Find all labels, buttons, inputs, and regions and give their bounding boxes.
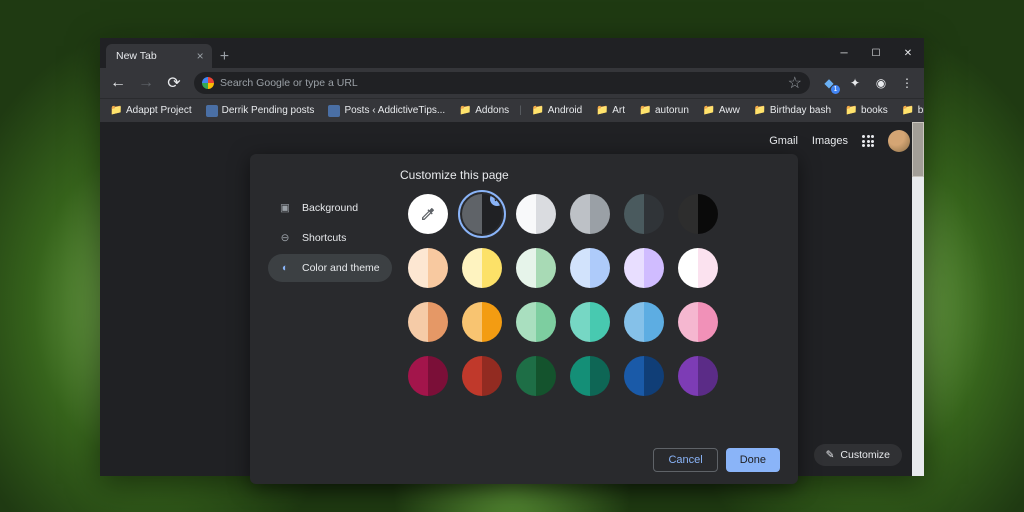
bookmark-item[interactable]: Aww xyxy=(699,103,744,119)
apps-grid-icon[interactable] xyxy=(862,135,874,147)
color-swatch[interactable] xyxy=(624,248,664,288)
tab-title: New Tab xyxy=(116,50,157,62)
customize-dialog: Customize this page ▣ Background ⊖ Short… xyxy=(250,154,798,484)
bookmark-item[interactable]: Derrik Pending posts xyxy=(202,103,319,119)
dialog-sidebar: ▣ Background ⊖ Shortcuts ◐ Color and the… xyxy=(268,194,392,438)
bookmark-item[interactable]: Birthday bash xyxy=(750,103,835,119)
color-swatch[interactable] xyxy=(624,194,664,234)
bookmark-item[interactable]: Posts ‹ AddictiveTips... xyxy=(324,103,449,119)
image-icon: ▣ xyxy=(278,201,292,215)
close-tab-icon[interactable]: × xyxy=(197,49,204,63)
bookmarks-bar: Adappt Project Derrik Pending posts Post… xyxy=(100,98,924,122)
folder-icon xyxy=(845,105,857,117)
account-avatar[interactable] xyxy=(888,130,910,152)
folder-icon xyxy=(754,105,766,117)
color-swatch[interactable] xyxy=(678,194,718,234)
folder-icon xyxy=(459,105,471,117)
bookmark-item[interactable]: Art xyxy=(592,103,629,119)
color-swatch[interactable] xyxy=(570,302,610,342)
new-tab-page: Gmail Images ✎ Customize Customize this … xyxy=(100,122,924,476)
color-swatch[interactable]: ✓ xyxy=(462,194,502,234)
done-button[interactable]: Done xyxy=(726,448,780,472)
check-icon: ✓ xyxy=(490,194,502,206)
forward-button[interactable]: → xyxy=(134,71,158,95)
bookmark-item[interactable]: books xyxy=(841,103,892,119)
color-swatch[interactable] xyxy=(408,248,448,288)
star-icon[interactable]: ☆ xyxy=(788,73,802,93)
sidebar-item-shortcuts[interactable]: ⊖ Shortcuts xyxy=(268,224,392,252)
bookmark-item[interactable]: autorun xyxy=(635,103,693,119)
color-swatch-grid: ✓ xyxy=(400,194,780,438)
color-swatch[interactable] xyxy=(678,356,718,396)
color-swatch[interactable] xyxy=(678,248,718,288)
color-swatch[interactable] xyxy=(624,356,664,396)
back-button[interactable]: ← xyxy=(106,71,130,95)
color-swatch[interactable] xyxy=(408,356,448,396)
color-swatch[interactable] xyxy=(516,356,556,396)
images-link[interactable]: Images xyxy=(812,135,848,147)
menu-icon[interactable]: ⋮ xyxy=(896,72,918,94)
scrollbar-thumb[interactable] xyxy=(912,122,924,177)
color-swatch[interactable] xyxy=(570,194,610,234)
link-icon: ⊖ xyxy=(278,231,292,245)
toolbar: ← → ⟳ Search Google or type a URL ☆ ◆ ✦ … xyxy=(100,68,924,98)
maximize-button[interactable]: ☐ xyxy=(860,38,892,68)
omnibox-placeholder: Search Google or type a URL xyxy=(220,77,358,89)
extension-icon[interactable]: ◆ xyxy=(818,72,840,94)
window-controls: ─ ☐ ✕ xyxy=(828,38,924,68)
gmail-link[interactable]: Gmail xyxy=(769,135,798,147)
color-swatch[interactable] xyxy=(516,302,556,342)
profile-icon[interactable]: ◉ xyxy=(870,72,892,94)
google-icon xyxy=(202,77,214,89)
color-swatch[interactable] xyxy=(462,356,502,396)
color-swatch[interactable] xyxy=(408,302,448,342)
sidebar-item-color-theme[interactable]: ◐ Color and theme xyxy=(268,254,392,282)
color-swatch[interactable] xyxy=(624,302,664,342)
bookmark-item[interactable]: brochure xyxy=(898,103,924,119)
dialog-footer: Cancel Done xyxy=(268,448,780,472)
color-swatch[interactable] xyxy=(462,248,502,288)
extensions-puzzle-icon[interactable]: ✦ xyxy=(844,72,866,94)
color-swatch[interactable] xyxy=(678,302,718,342)
color-swatch[interactable] xyxy=(570,356,610,396)
color-swatch[interactable] xyxy=(570,248,610,288)
bookmark-item[interactable]: Addons xyxy=(455,103,513,119)
close-window-button[interactable]: ✕ xyxy=(892,38,924,68)
ntp-top-links: Gmail Images xyxy=(769,130,910,152)
cancel-button[interactable]: Cancel xyxy=(653,448,717,472)
folder-icon xyxy=(532,105,544,117)
bookmark-item[interactable]: Android xyxy=(528,103,586,119)
color-picker-swatch[interactable] xyxy=(408,194,448,234)
new-tab-button[interactable]: + xyxy=(220,48,229,68)
browser-tab[interactable]: New Tab × xyxy=(106,44,212,68)
sidebar-item-background[interactable]: ▣ Background xyxy=(268,194,392,222)
eyedropper-icon xyxy=(420,206,436,222)
page-icon xyxy=(206,105,218,117)
folder-icon xyxy=(703,105,715,117)
folder-icon xyxy=(110,105,122,117)
omnibox[interactable]: Search Google or type a URL ☆ xyxy=(194,72,810,94)
bookmark-item[interactable]: Adappt Project xyxy=(106,103,196,119)
reload-button[interactable]: ⟳ xyxy=(162,71,186,95)
pencil-icon: ✎ xyxy=(826,449,835,461)
color-swatch[interactable] xyxy=(516,194,556,234)
customize-button[interactable]: ✎ Customize xyxy=(814,444,902,466)
folder-icon xyxy=(902,105,914,117)
palette-icon: ◐ xyxy=(278,261,292,275)
titlebar: New Tab × + ─ ☐ ✕ xyxy=(100,38,924,68)
color-swatch[interactable] xyxy=(516,248,556,288)
folder-icon xyxy=(639,105,651,117)
folder-icon xyxy=(596,105,608,117)
chrome-window: New Tab × + ─ ☐ ✕ ← → ⟳ Search Google or… xyxy=(100,38,924,476)
dialog-title: Customize this page xyxy=(400,168,780,182)
minimize-button[interactable]: ─ xyxy=(828,38,860,68)
page-icon xyxy=(328,105,340,117)
color-swatch[interactable] xyxy=(462,302,502,342)
